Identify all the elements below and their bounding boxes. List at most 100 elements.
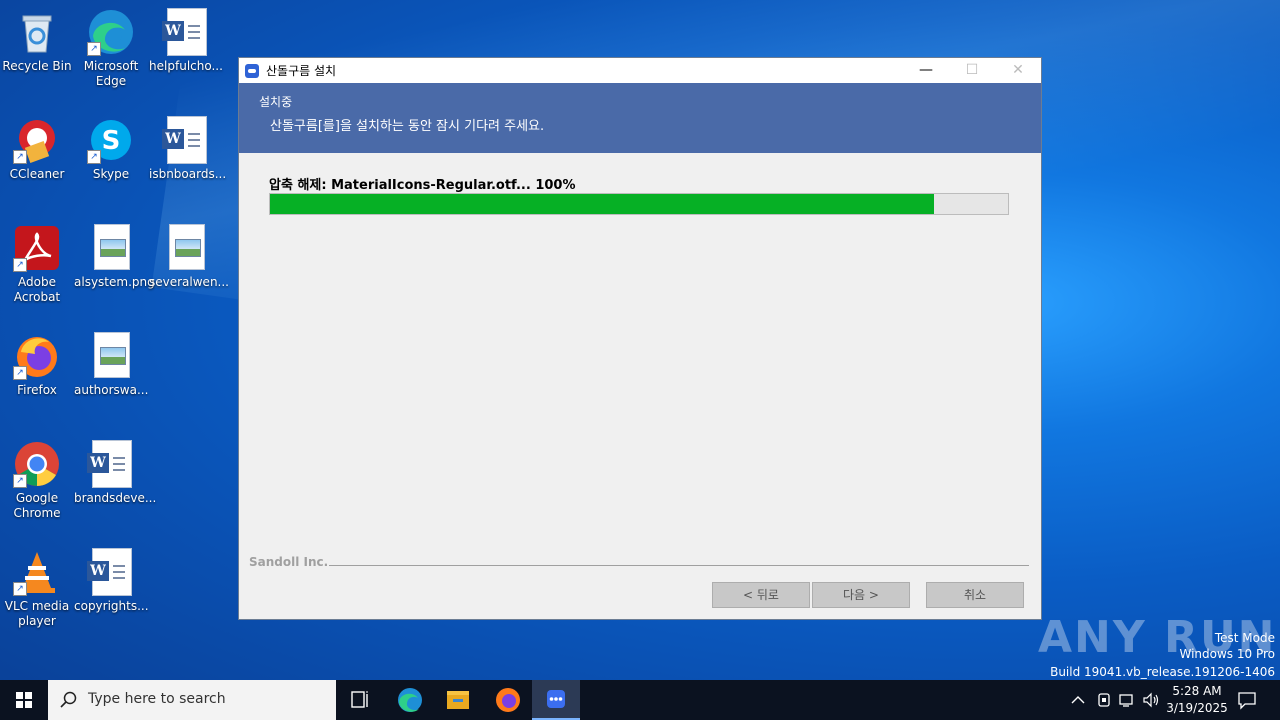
desktop-icon-label: CCleaner [9, 167, 65, 181]
firefox-icon[interactable]: ↗ Firefox [0, 332, 74, 398]
severalwen-icon[interactable]: severalwen... [149, 224, 229, 290]
taskbar: Type here to search 5:28 AM 3/19/2025 [0, 680, 1280, 720]
desktop-icon-label: alsystem.png [74, 275, 155, 289]
chrome-image: ↗ [13, 440, 61, 488]
chevron-up-icon [1071, 696, 1085, 704]
maximize-button[interactable]: ☐ [949, 58, 995, 83]
taskbar-firefox-button[interactable] [484, 680, 532, 720]
close-button[interactable]: ✕ [995, 58, 1041, 83]
svg-text:S: S [102, 126, 121, 156]
action-center-button[interactable] [1236, 689, 1258, 720]
search-icon [60, 691, 77, 708]
taskbar-sandoll-button[interactable] [532, 680, 580, 720]
search-placeholder: Type here to search [88, 691, 226, 707]
image-file-icon [94, 332, 130, 378]
tray-network-icon[interactable] [1117, 690, 1137, 720]
desktop-icon-label: Google Chrome [13, 491, 61, 520]
desktop-icon-label: severalwen... [149, 275, 229, 289]
desktop-icon-label: VLC media player [4, 599, 70, 628]
notification-icon [1238, 692, 1256, 710]
desktop-icon-label: copyrights... [74, 599, 149, 613]
taskbar-edge-button[interactable] [386, 680, 434, 720]
header-band: 설치중 산돌구름[를]을 설치하는 동안 잠시 기다려 주세요. [239, 83, 1041, 153]
word-document-icon: W [87, 548, 132, 596]
shortcut-arrow-icon: ↗ [87, 42, 101, 56]
device-icon [1098, 693, 1110, 707]
test-mode-label: Test Mode [1214, 631, 1275, 645]
header-subtitle: 산돌구름[를]을 설치하는 동안 잠시 기다려 주세요. [270, 119, 545, 134]
shortcut-arrow-icon: ↗ [13, 582, 27, 596]
alsystem-png-icon[interactable]: alsystem.png [74, 224, 155, 290]
task-view-icon [351, 691, 368, 708]
sandoll-taskbar-icon [547, 690, 565, 708]
header-title: 설치중 [259, 95, 293, 109]
shortcut-arrow-icon: ↗ [13, 150, 27, 164]
window-title: 산돌구름 설치 [266, 64, 337, 78]
desktop-icon-label: Adobe Acrobat [13, 275, 61, 304]
word-document-icon: W [87, 440, 132, 488]
speaker-icon [1143, 692, 1159, 708]
isbnboards-icon[interactable]: W isbnboards... [149, 116, 227, 182]
edge-image: ↗ [87, 8, 135, 56]
progress-bar [269, 193, 1009, 215]
acrobat-image: ↗ [13, 224, 61, 272]
firefox-image: ↗ [13, 332, 61, 380]
skype-icon[interactable]: S ↗ Skype [74, 116, 148, 182]
firefox-taskbar-icon [496, 688, 520, 712]
tray-device-icon[interactable] [1094, 690, 1114, 720]
word-document-icon: W [162, 8, 207, 56]
tray-volume-icon[interactable] [1141, 690, 1161, 720]
ccleaner-icon[interactable]: ↗ CCleaner [0, 116, 74, 182]
google-chrome-icon[interactable]: ↗ Google Chrome [0, 440, 74, 521]
taskbar-explorer-button[interactable] [434, 680, 482, 720]
minimize-button[interactable]: — [903, 58, 949, 83]
installer-window: 산돌구름 설치 — ☐ ✕ 설치중 산돌구름[를]을 설치하는 동안 잠시 기다… [238, 57, 1042, 620]
desktop-icon-label: isbnboards... [149, 167, 227, 181]
progress-fill [270, 194, 935, 214]
start-button[interactable] [0, 680, 48, 720]
desktop-icon-label: authorswa... [74, 383, 149, 397]
brand-divider [329, 565, 1029, 566]
extract-status: 압축 해제: MaterialIcons-Regular.otf... 100% [269, 178, 576, 193]
copyrights-icon[interactable]: W copyrights... [74, 548, 149, 614]
back-button[interactable]: < 뒤로 [712, 582, 810, 608]
desktop-icon-label: brandsdeve... [74, 491, 157, 505]
folder-icon [447, 691, 469, 709]
brand-label: Sandoll Inc. [249, 555, 329, 569]
microsoft-edge-icon[interactable]: ↗ Microsoft Edge [74, 8, 148, 89]
desktop-icon-label: Microsoft Edge [83, 59, 139, 88]
word-document-icon: W [162, 116, 207, 164]
clock-time: 5:28 AM [1172, 684, 1222, 698]
windows-edition-label: Windows 10 Pro [1179, 647, 1275, 661]
recycle-bin-image [13, 8, 61, 56]
desktop-icon-label: Firefox [17, 383, 57, 397]
network-icon [1119, 694, 1133, 707]
next-button[interactable]: 다음 > [812, 582, 910, 608]
shortcut-arrow-icon: ↗ [13, 258, 27, 272]
authorswa-icon[interactable]: authorswa... [74, 332, 148, 398]
sandoll-app-icon [245, 63, 259, 78]
image-file-icon [169, 224, 205, 270]
adobe-acrobat-icon[interactable]: ↗ Adobe Acrobat [0, 224, 74, 305]
edge-icon [398, 688, 422, 712]
cancel-button[interactable]: 취소 [926, 582, 1024, 608]
task-view-button[interactable] [336, 680, 384, 720]
recycle-bin-icon[interactable]: Recycle Bin [0, 8, 74, 74]
desktop-icon-label: Recycle Bin [2, 59, 72, 73]
clock[interactable]: 5:28 AM 3/19/2025 [1164, 683, 1230, 720]
skype-image: S ↗ [87, 116, 135, 164]
shortcut-arrow-icon: ↗ [87, 150, 101, 164]
taskbar-search-box[interactable]: Type here to search [48, 680, 336, 720]
build-label: Build 19041.vb_release.191206-1406 [1050, 665, 1275, 679]
windows-logo-icon [16, 692, 32, 708]
window-titlebar[interactable]: 산돌구름 설치 — ☐ ✕ [239, 58, 1041, 83]
shortcut-arrow-icon: ↗ [13, 366, 27, 380]
desktop-icon-label: helpfulcho... [149, 59, 223, 73]
helpfulcho-icon[interactable]: W helpfulcho... [149, 8, 223, 74]
show-hidden-icons-chevron[interactable] [1068, 690, 1088, 720]
ccleaner-image: ↗ [13, 116, 61, 164]
vlc-media-player-icon[interactable]: ↗ VLC media player [0, 548, 74, 629]
vlc-image: ↗ [13, 548, 61, 596]
brandsdeve-icon[interactable]: W brandsdeve... [74, 440, 157, 506]
image-file-icon [94, 224, 130, 270]
